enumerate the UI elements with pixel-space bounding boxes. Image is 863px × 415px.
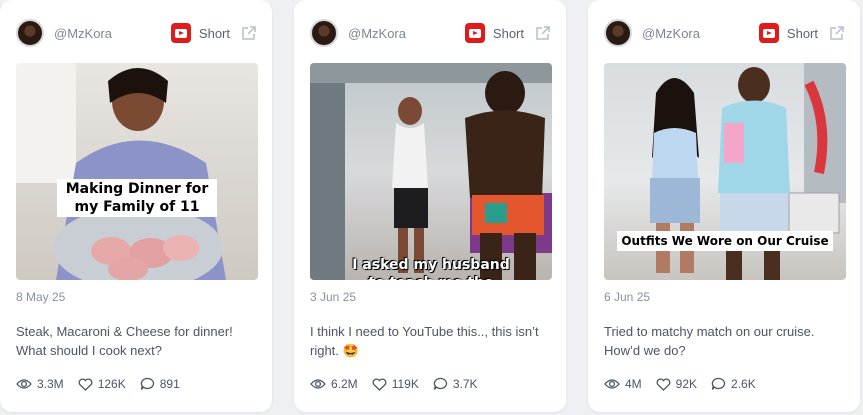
card-header: @MzKora Short	[16, 18, 258, 48]
thumbnail-scene	[16, 63, 226, 280]
eye-icon	[604, 379, 620, 389]
likes-count: 119K	[391, 377, 419, 391]
avatar[interactable]	[604, 19, 632, 47]
views-count: 4M	[625, 377, 642, 391]
youtube-icon	[464, 23, 485, 43]
heart-icon	[372, 378, 387, 391]
youtube-icon	[170, 23, 191, 43]
thumbnail-caption: Making Dinner for my Family of 11	[57, 179, 217, 217]
eye-icon	[310, 379, 326, 389]
avatar[interactable]	[16, 19, 44, 47]
card-header: @MzKora Short	[310, 18, 552, 48]
comments-stat: 891	[140, 377, 180, 391]
youtube-icon	[758, 23, 779, 43]
stats-row: 6.2M 119K 3.7K	[310, 377, 492, 391]
comment-icon	[711, 377, 726, 390]
video-thumbnail[interactable]: Outfits We Wore on Our Cruise	[604, 63, 846, 280]
post-description: Steak, Macaroni & Cheese for dinner! Wha…	[16, 324, 233, 358]
platform-label: Short	[786, 25, 818, 41]
post-date: 3 Jun 25	[310, 290, 357, 304]
thumbnail-caption: Outfits We Wore on Our Cruise	[617, 231, 833, 251]
likes-stat: 92K	[656, 377, 697, 391]
creator-handle[interactable]: @MzKora	[54, 26, 112, 41]
avatar[interactable]	[310, 19, 338, 47]
comments-stat: 3.7K	[433, 377, 478, 391]
external-link-icon[interactable]	[240, 24, 258, 42]
video-thumbnail[interactable]: Making Dinner for my Family of 11	[16, 63, 258, 280]
views-stat: 6.2M	[310, 377, 358, 391]
likes-stat: 119K	[372, 377, 419, 391]
video-card[interactable]: @MzKora Short Making Dinner for my Famil…	[0, 0, 272, 412]
platform-label: Short	[198, 25, 230, 41]
heart-icon	[78, 378, 93, 391]
thumbnail-caption: I asked my husband to teach me the Cupid…	[352, 257, 510, 280]
platform-label: Short	[492, 25, 524, 41]
views-count: 6.2M	[331, 377, 358, 391]
external-link-icon[interactable]	[534, 24, 552, 42]
views-count: 3.3M	[37, 377, 64, 391]
thumbnail-scene	[310, 63, 552, 280]
comments-stat: 2.6K	[711, 377, 756, 391]
views-stat: 4M	[604, 377, 642, 391]
heart-icon	[656, 378, 671, 391]
likes-count: 126K	[97, 377, 126, 391]
stats-row: 4M 92K 2.6K	[604, 377, 770, 391]
comments-count: 3.7K	[452, 377, 478, 391]
comment-icon	[140, 377, 154, 390]
likes-count: 92K	[675, 377, 698, 391]
card-header: @MzKora Short	[604, 18, 846, 48]
creator-handle[interactable]: @MzKora	[348, 26, 406, 41]
creator-handle[interactable]: @MzKora	[642, 26, 700, 41]
post-date: 8 May 25	[16, 290, 66, 304]
post-description: Tried to matchy match on our cruise. How…	[604, 324, 815, 358]
eye-icon	[16, 379, 32, 389]
views-stat: 3.3M	[16, 377, 64, 391]
video-card[interactable]: @MzKora Short I asked my husband to teac…	[294, 0, 566, 412]
likes-stat: 126K	[78, 377, 126, 391]
comment-icon	[433, 377, 447, 390]
video-thumbnail[interactable]: I asked my husband to teach me the Cupid…	[310, 63, 552, 280]
post-description: I think I need to YouTube this.., this i…	[310, 324, 539, 358]
post-date: 6 Jun 25	[604, 290, 651, 304]
external-link-icon[interactable]	[828, 24, 846, 42]
video-card[interactable]: @MzKora Short Outfits We Wore on Our Cru…	[588, 0, 860, 412]
stats-row: 3.3M 126K 891	[16, 377, 194, 391]
comments-count: 891	[159, 377, 180, 391]
comments-count: 2.6K	[731, 377, 756, 391]
